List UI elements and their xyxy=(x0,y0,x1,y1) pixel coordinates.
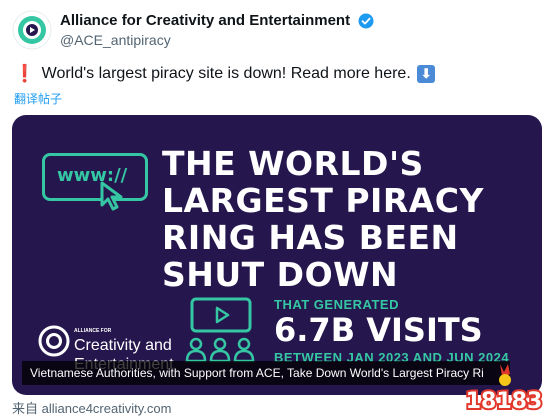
browser-url-icon: www:// xyxy=(42,153,148,201)
author-line: Alliance for Creativity and Entertainmen… xyxy=(60,12,374,30)
watermark-logo-icon: 18183 xyxy=(464,364,544,416)
verified-badge-icon xyxy=(358,13,374,29)
author-name[interactable]: Alliance for Creativity and Entertainmen… xyxy=(60,12,350,29)
ace-logo-icon xyxy=(38,325,70,357)
tweet-text: ❗ World's largest piracy site is down! R… xyxy=(14,64,436,84)
down-arrow-icon: ⬇ xyxy=(417,65,436,83)
ace-logo-line1: Creativity and xyxy=(74,337,172,354)
author-handle[interactable]: @ACE_antipiracy xyxy=(60,32,171,48)
card-caption[interactable]: Vietnamese Authorities, with Support fro… xyxy=(22,361,510,385)
card-source-link[interactable]: 来自 alliance4creativity.com xyxy=(12,398,171,417)
watermark-text: 18183 xyxy=(466,389,543,414)
translate-post-link[interactable]: 翻译帖子 xyxy=(14,90,62,107)
avatar[interactable] xyxy=(12,10,52,50)
cursor-icon xyxy=(100,181,123,211)
link-card-image[interactable]: www:// THE WORLD'S LARGEST PIRACY RING H… xyxy=(12,115,542,395)
audience-icon xyxy=(185,337,255,363)
stat-intro: THAT GENERATED xyxy=(274,297,399,312)
tweet-body: World's largest piracy site is down! Rea… xyxy=(41,65,411,82)
exclamation-icon: ❗ xyxy=(14,64,36,83)
card-headline: THE WORLD'S LARGEST PIRACY RING HAS BEEN… xyxy=(162,144,484,294)
video-play-icon xyxy=(190,297,252,333)
ace-logo-small-text: ALLIANCE FOR xyxy=(74,328,112,334)
stat-value: 6.7B VISITS xyxy=(274,311,483,349)
